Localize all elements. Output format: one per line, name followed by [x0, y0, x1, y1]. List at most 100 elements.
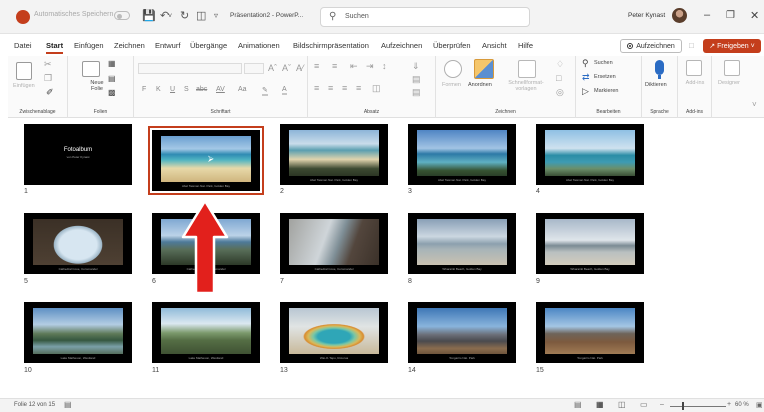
replace-icon[interactable]: ⇄ — [582, 72, 590, 83]
dictate-label[interactable]: Diktieren — [645, 82, 667, 88]
tab-datei[interactable]: Datei — [14, 41, 32, 50]
quick-styles-icon[interactable] — [518, 60, 536, 78]
slide-thumbnail[interactable]: Cathedral Cove, Coromandel — [24, 213, 132, 274]
columns-icon[interactable]: ◫ — [372, 83, 381, 94]
copy-icon[interactable]: ❐ — [44, 73, 52, 84]
tab-ueberpruefen[interactable]: Überprüfen — [433, 41, 471, 50]
user-name[interactable]: Peter Kynast — [628, 12, 665, 19]
align-right-icon[interactable]: ≡ — [342, 83, 347, 93]
slide-thumbnail[interactable]: Fotoalbum von Peter Kynast — [24, 124, 132, 185]
line-spacing-icon[interactable]: ↕ — [382, 61, 387, 71]
autosave-toggle[interactable] — [114, 11, 130, 20]
slide-thumbnail-selected[interactable]: Abel Tasman Nat. Park, Golden Bay ⮚ — [148, 126, 264, 195]
font-color-icon[interactable]: A — [282, 86, 287, 95]
zoom-slider[interactable] — [670, 406, 726, 407]
slide-thumbnail[interactable]: Wharariki Beach, Golden Bay — [536, 213, 644, 274]
minimize-icon[interactable]: – — [704, 9, 710, 21]
slideshow-view-icon[interactable]: ▭ — [640, 400, 648, 409]
search-box[interactable]: ⚲ Suchen — [320, 7, 530, 27]
arrange-icon[interactable] — [474, 59, 494, 79]
zoom-slider-thumb[interactable] — [682, 402, 684, 410]
slideshow-start-icon[interactable]: ◫ — [196, 9, 206, 22]
slide-thumbnail[interactable]: Wharariki Beach, Golden Bay — [408, 213, 516, 274]
clear-format-icon[interactable]: A⁄ — [296, 63, 304, 73]
slide-thumbnail[interactable]: Abel Tasman Nat. Park, Golden Bay — [536, 124, 644, 185]
shape-fill-icon[interactable]: ♢ — [556, 59, 564, 70]
tab-einfuegen[interactable]: Einfügen — [74, 41, 104, 50]
find-icon[interactable]: ⚲ — [582, 58, 589, 69]
tab-aufzeichnen[interactable]: Aufzeichnen — [381, 41, 422, 50]
share-button[interactable]: ↗ Freigeben ˅ — [703, 39, 761, 53]
tab-hilfe[interactable]: Hilfe — [518, 41, 533, 50]
microphone-icon[interactable] — [655, 60, 664, 79]
slide-thumbnail[interactable]: Tongariro Nat. Park — [536, 302, 644, 363]
reset-slide-icon[interactable]: ▤ — [108, 74, 116, 83]
paste-icon[interactable] — [16, 62, 32, 80]
smartart-icon[interactable]: ▤ — [412, 87, 421, 98]
save-icon[interactable]: 💾 — [142, 9, 156, 22]
collapse-ribbon-icon[interactable]: ˅ — [752, 100, 757, 109]
avatar[interactable] — [672, 8, 687, 23]
slide-sorter-view-icon[interactable]: ▦ — [596, 400, 604, 409]
undo-dropdown-icon[interactable]: ˅ — [168, 13, 172, 20]
restore-icon[interactable]: ❐ — [726, 10, 735, 21]
addins-label[interactable]: Add-ins — [685, 80, 705, 86]
shadow-button[interactable]: S — [184, 86, 189, 93]
shapes-icon[interactable] — [444, 60, 462, 78]
slide-thumbnail[interactable]: Abel Tasman Nat. Park, Golden Bay — [280, 124, 388, 185]
increase-indent-icon[interactable]: ⇥ — [366, 61, 374, 72]
align-text-icon[interactable]: ▤ — [412, 74, 421, 85]
redo-icon[interactable]: ↻ — [180, 9, 189, 22]
character-spacing-button[interactable]: AV — [216, 86, 225, 93]
slide-thumbnail[interactable]: Lake Matheson, Westland — [24, 302, 132, 363]
format-painter-icon[interactable]: ✐ — [46, 87, 54, 98]
tab-entwurf[interactable]: Entwurf — [155, 41, 180, 50]
decrease-indent-icon[interactable]: ⇤ — [350, 61, 358, 72]
shape-effects-icon[interactable]: ◎ — [556, 87, 564, 98]
tab-ansicht[interactable]: Ansicht — [482, 41, 507, 50]
shrink-font-icon[interactable]: Aˇ — [282, 63, 291, 73]
zoom-in-icon[interactable]: + — [727, 401, 731, 408]
zoom-level[interactable]: 60 % — [735, 402, 749, 408]
customize-qat-icon[interactable]: ▿ — [214, 11, 218, 20]
bold-button[interactable]: F — [142, 86, 146, 93]
tab-start[interactable]: Start — [46, 41, 64, 54]
comment-icon[interactable]: □ — [689, 41, 694, 50]
normal-view-icon[interactable]: ▤ — [574, 400, 582, 409]
italic-button[interactable]: K — [156, 86, 161, 93]
slide-thumbnail[interactable]: Lake Matheson, Westland — [152, 302, 260, 363]
font-family-select[interactable] — [138, 63, 242, 74]
find-label[interactable]: Suchen — [594, 60, 613, 66]
text-direction-icon[interactable]: ⇓ — [412, 61, 420, 72]
addins-icon[interactable] — [686, 60, 702, 76]
tab-zeichnen[interactable]: Zeichnen — [114, 41, 145, 50]
strikethrough-button[interactable]: abc — [196, 86, 207, 93]
designer-label[interactable]: Designer — [718, 80, 740, 86]
slide-thumbnail[interactable]: Wai-O-Tapu, Rotorua — [280, 302, 388, 363]
justify-icon[interactable]: ≡ — [356, 83, 361, 93]
layout-icon[interactable]: ▦ — [108, 59, 116, 68]
align-left-icon[interactable]: ≡ — [314, 83, 319, 93]
section-icon[interactable]: ▩ — [108, 88, 116, 97]
new-slide-label[interactable]: Neue Folie — [88, 80, 106, 92]
grow-font-icon[interactable]: Aˆ — [268, 63, 277, 73]
shapes-label[interactable]: Formen — [442, 82, 461, 88]
arrange-label[interactable]: Anordnen — [468, 82, 492, 88]
select-label[interactable]: Markieren — [594, 88, 618, 94]
reading-view-icon[interactable]: ◫ — [618, 400, 626, 409]
slide-thumbnail[interactable]: Tongariro Nat. Park — [408, 302, 516, 363]
accessibility-icon[interactable]: ▤ — [64, 400, 72, 409]
change-case-button[interactable]: Aa — [238, 86, 247, 93]
shape-outline-icon[interactable]: □ — [556, 73, 561, 83]
font-size-select[interactable] — [244, 63, 264, 74]
quick-styles-label[interactable]: Schnellformat-vorlagen — [502, 80, 550, 92]
zoom-out-icon[interactable]: – — [660, 401, 664, 408]
paste-label[interactable]: Einfügen — [13, 83, 35, 89]
fit-to-window-icon[interactable]: ▣ — [756, 401, 763, 409]
tab-animationen[interactable]: Animationen — [238, 41, 280, 50]
select-icon[interactable]: ▷ — [582, 86, 589, 97]
tab-bildschirmpraesentation[interactable]: Bildschirmpräsentation — [293, 41, 369, 50]
bullets-icon[interactable]: ≡ — [314, 61, 319, 71]
underline-button[interactable]: U — [170, 86, 175, 93]
align-center-icon[interactable]: ≡ — [328, 83, 333, 93]
